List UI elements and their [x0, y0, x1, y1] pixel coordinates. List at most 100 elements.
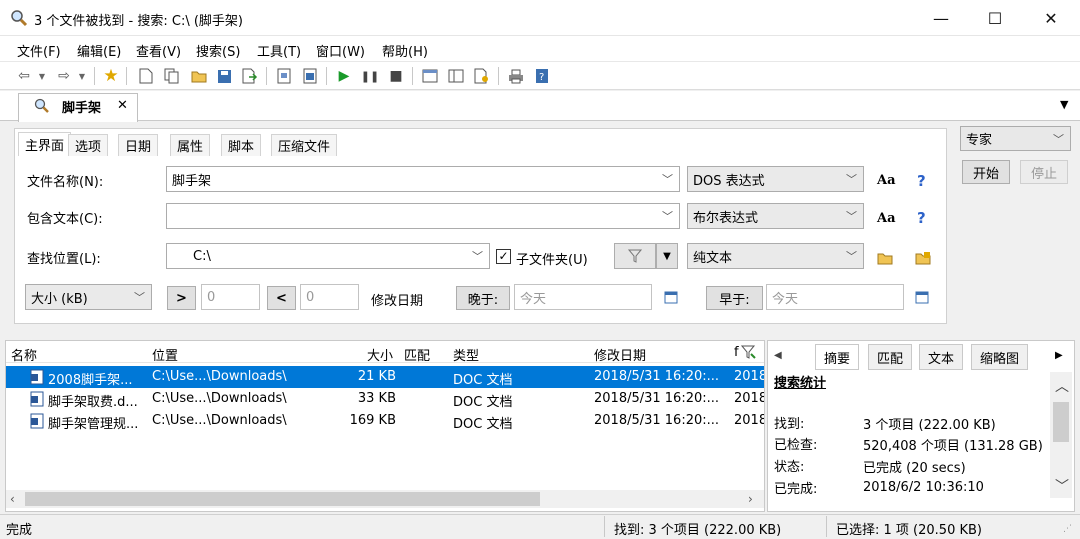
scroll-left-icon[interactable]: ‹	[10, 492, 15, 506]
match-case-icon[interactable]: Aa	[877, 211, 896, 226]
forward-dropdown-icon[interactable]: ▼	[72, 66, 92, 86]
later-than-button[interactable]: 晚于:	[456, 286, 510, 310]
menu-tools[interactable]: 工具(T)	[257, 41, 301, 60]
save-icon[interactable]	[214, 66, 234, 86]
tab-text[interactable]: 文本	[919, 344, 964, 370]
toolbar-separator	[412, 67, 413, 85]
menu-file[interactable]: 文件(F)	[17, 41, 61, 60]
less-than-button[interactable]: <	[267, 286, 296, 310]
filter-button[interactable]	[614, 243, 656, 269]
stop-button[interactable]: 停止	[1020, 160, 1068, 184]
menu-search[interactable]: 搜索(S)	[196, 41, 240, 60]
tab-thumbnails[interactable]: 缩略图	[971, 344, 1029, 370]
mode-select[interactable]: 专家 ﹀	[960, 126, 1071, 151]
toolbar-separator	[326, 67, 327, 85]
menu-help[interactable]: 帮助(H)	[382, 41, 428, 60]
greater-than-button[interactable]: >	[167, 286, 196, 310]
back-arrow-icon[interactable]: ⇦	[14, 66, 34, 86]
open-folder-icon[interactable]	[189, 66, 209, 86]
settings-document-icon[interactable]	[472, 66, 492, 86]
pause-icon[interactable]: ❚❚	[360, 66, 380, 86]
copy-icon[interactable]	[162, 66, 182, 86]
tab-date[interactable]: 日期	[118, 134, 159, 156]
calendar-icon[interactable]	[664, 290, 678, 304]
tab-close-icon[interactable]: ✕	[117, 98, 128, 113]
text-mode-select[interactable]: 纯文本 ﹀	[687, 243, 864, 269]
help-book-icon[interactable]: ?	[532, 66, 552, 86]
minimize-button[interactable]: —	[918, 0, 964, 36]
content-mode-select[interactable]: 布尔表达式 ﹀	[687, 203, 864, 229]
row-type: DOC 文档	[453, 395, 513, 410]
help-icon[interactable]: ?	[917, 172, 926, 190]
table-row[interactable]: 2008脚手架... C:\Use...\Downloads\ 21 KB DO…	[6, 366, 764, 388]
content-label: 包含文本(C):	[27, 212, 103, 227]
help-icon[interactable]: ?	[917, 209, 926, 227]
location-input[interactable]: C:\ ﹀	[166, 243, 490, 269]
row-location: C:\Use...\Downloads\	[152, 391, 287, 406]
tabs-scroll-right-icon[interactable]: ▶	[1055, 350, 1063, 361]
tabs-scroll-left-icon[interactable]: ◀	[774, 350, 782, 361]
status-selected: 已选择: 1 项 (20.50 KB)	[836, 523, 982, 538]
tab-script[interactable]: 脚本	[221, 134, 262, 156]
browse-folder-icon[interactable]	[877, 252, 893, 265]
filename-input[interactable]: 脚手架 ﹀	[166, 166, 680, 192]
word-document-icon	[30, 369, 44, 385]
tab-matches[interactable]: 匹配	[868, 344, 913, 370]
later-than-input[interactable]: 今天	[514, 284, 652, 310]
tab-list-dropdown-icon[interactable]: ▼	[1060, 98, 1068, 111]
scroll-right-icon[interactable]: ›	[748, 492, 753, 506]
forward-arrow-icon[interactable]: ⇨	[54, 66, 74, 86]
row-modified: 2018/5/31 16:20:...	[594, 369, 720, 384]
row-name: 2008脚手架...	[48, 373, 133, 388]
tab-summary[interactable]: 摘要	[815, 344, 860, 370]
magnifier-icon	[34, 98, 49, 113]
column-header-extra[interactable]: f	[734, 345, 739, 360]
row-name: 脚手架取费.d...	[48, 395, 138, 410]
earlier-than-button[interactable]: 早于:	[706, 286, 763, 310]
filename-label: 文件名称(N):	[27, 175, 104, 190]
back-dropdown-icon[interactable]: ▼	[32, 66, 52, 86]
size-min-input[interactable]: 0	[201, 284, 260, 310]
content-input[interactable]: ﹀	[166, 203, 680, 229]
scroll-up-icon[interactable]: ︿	[1055, 376, 1069, 396]
calendar-icon[interactable]	[915, 290, 929, 304]
row-modified: 2018/5/31 16:20:...	[594, 413, 720, 428]
status-found: 找到: 3 个项目 (222.00 KB)	[614, 523, 782, 538]
toolbar-separator	[498, 67, 499, 85]
table-row[interactable]: 脚手架管理规... C:\Use...\Downloads\ 169 KB DO…	[6, 410, 764, 432]
tab-attributes[interactable]: 属性	[170, 134, 211, 156]
filename-mode-select[interactable]: DOS 表达式 ﹀	[687, 166, 864, 192]
export-icon[interactable]	[240, 66, 260, 86]
close-button[interactable]: ✕	[1028, 0, 1074, 36]
horizontal-scroll-thumb[interactable]	[25, 492, 540, 506]
start-button[interactable]: 开始	[962, 160, 1010, 184]
maximize-button[interactable]: ☐	[972, 0, 1018, 36]
size-unit-select[interactable]: 大小 (kB) ﹀	[25, 284, 152, 310]
size-max-input[interactable]: 0	[300, 284, 359, 310]
tab-options[interactable]: 选项	[68, 134, 109, 156]
resize-grip-icon[interactable]: ⋰	[1063, 524, 1072, 534]
column-filter-icon[interactable]	[741, 344, 757, 360]
new-document-icon[interactable]	[136, 66, 156, 86]
stop-icon[interactable]: ■	[386, 66, 406, 86]
earlier-than-input[interactable]: 今天	[766, 284, 904, 310]
properties-icon[interactable]	[274, 66, 294, 86]
filter-dropdown-icon[interactable]: ▼	[656, 243, 678, 269]
folder-options-icon[interactable]	[915, 251, 931, 266]
play-icon[interactable]: ▶	[334, 66, 354, 86]
vertical-scroll-thumb[interactable]	[1053, 402, 1069, 442]
tab-archives[interactable]: 压缩文件	[271, 134, 338, 156]
match-case-icon[interactable]: Aa	[877, 173, 896, 188]
preview-icon[interactable]	[300, 66, 320, 86]
menu-view[interactable]: 查看(V)	[136, 41, 181, 60]
table-row[interactable]: 脚手架取费.d... C:\Use...\Downloads\ 33 KB DO…	[6, 388, 764, 410]
layout-icon[interactable]	[420, 66, 440, 86]
columns-icon[interactable]	[446, 66, 466, 86]
star-icon[interactable]: ★	[101, 66, 121, 86]
scroll-down-icon[interactable]: ﹀	[1055, 476, 1069, 496]
tab-main[interactable]: 主界面	[18, 132, 72, 156]
subfolders-checkbox[interactable]: ✓	[496, 249, 511, 264]
menu-edit[interactable]: 编辑(E)	[77, 41, 121, 60]
print-icon[interactable]	[506, 66, 526, 86]
menu-window[interactable]: 窗口(W)	[316, 41, 365, 60]
